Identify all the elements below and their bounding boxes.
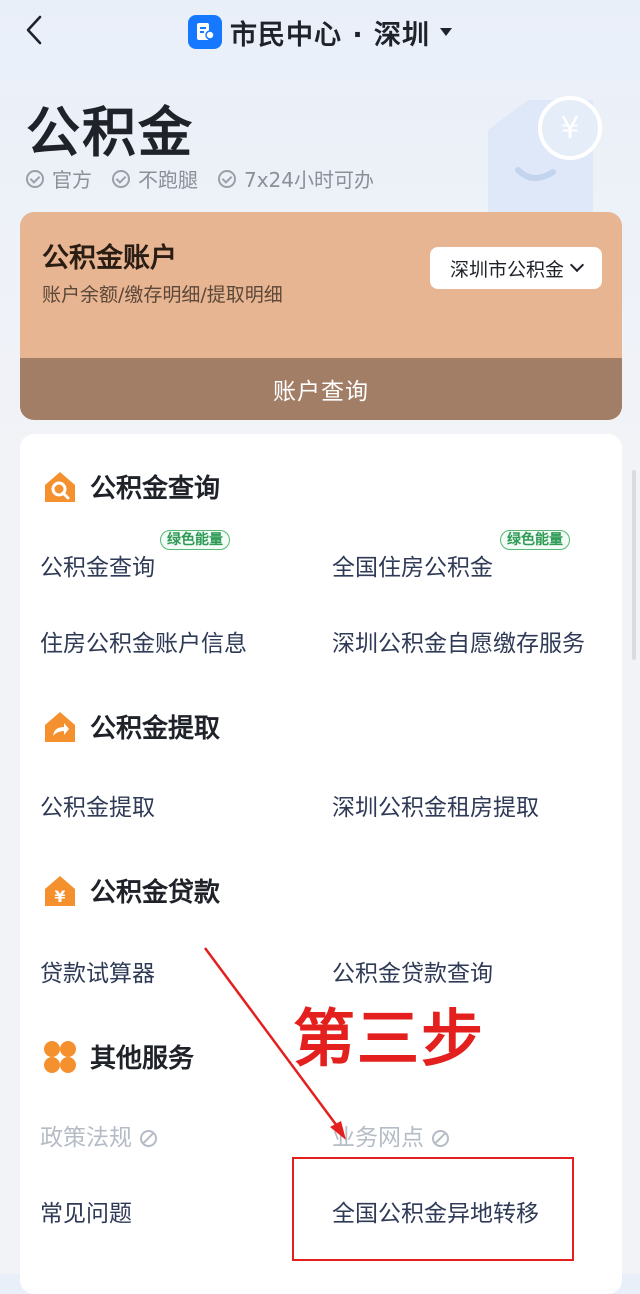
tag-label: 不跑腿	[138, 168, 198, 192]
service-fund-withdraw[interactable]: 公积金提取	[40, 788, 155, 822]
check-circle-icon	[112, 169, 130, 188]
section-title: 公积金提取	[90, 714, 221, 744]
service-label: 业务网点	[332, 1125, 424, 1151]
svg-text:¥: ¥	[54, 887, 65, 906]
service-rent-withdraw[interactable]: 深圳公积金租房提取	[332, 788, 539, 822]
service-voluntary-deposit[interactable]: 深圳公积金自愿缴存服务	[332, 624, 585, 658]
check-circle-icon	[218, 169, 236, 188]
service-loan-calculator[interactable]: 贷款试算器	[40, 954, 155, 988]
section-title: 其他服务	[90, 1044, 195, 1074]
scrollbar[interactable]	[632, 470, 636, 660]
service-fund-query[interactable]: 公积金查询	[40, 548, 155, 582]
caret-down-icon	[440, 28, 453, 36]
service-account-info[interactable]: 住房公积金账户信息	[40, 624, 247, 658]
account-subtitle: 账户余额/缴存明细/提取明细	[42, 284, 283, 306]
section-header-withdraw: 公积金提取	[42, 708, 220, 745]
green-energy-badge: 绿色能量	[160, 530, 230, 550]
service-faq[interactable]: 常见问题	[40, 1194, 132, 1228]
four-petal-grid-icon	[44, 1040, 76, 1073]
account-card: 公积金账户 账户余额/缴存明细/提取明细 深圳市公积金 账户查询	[20, 212, 622, 420]
service-label: 政策法规	[40, 1125, 132, 1151]
tag-24h: 7x24小时可办	[218, 164, 374, 193]
tag-label: 7x24小时可办	[244, 168, 375, 192]
section-header-other: 其他服务	[42, 1038, 194, 1075]
section-title: 公积金查询	[90, 474, 221, 504]
tag-official: 官方	[26, 164, 92, 193]
header-city-switcher[interactable]: 市民中心 · 深圳	[0, 12, 640, 52]
city-fund-select[interactable]: 深圳市公积金	[430, 247, 602, 289]
feature-tags: 官方 不跑腿 7x24小时可办	[26, 164, 374, 193]
tag-label: 官方	[52, 168, 92, 192]
service-service-outlets: 业务网点	[332, 1118, 449, 1152]
svg-text:¥: ¥	[560, 111, 579, 146]
page-title: 公积金	[26, 101, 194, 164]
city-fund-select-label: 深圳市公积金	[449, 258, 564, 281]
citizen-center-logo-icon	[187, 15, 222, 49]
annotation-highlight-box	[292, 1157, 574, 1261]
house-share-icon	[45, 711, 75, 742]
unavailable-icon	[432, 1130, 449, 1147]
chevron-down-icon	[569, 257, 585, 273]
section-header-loan: ¥ 公积金贷款	[42, 872, 220, 909]
house-search-icon	[45, 471, 75, 502]
green-energy-badge: 绿色能量	[500, 530, 570, 550]
header-title: 市民中心 · 深圳	[229, 19, 431, 51]
service-policy-regulations: 政策法规	[40, 1118, 157, 1152]
annotation-step-text: 第三步	[293, 1002, 486, 1075]
service-loan-query[interactable]: 公积金贷款查询	[332, 954, 493, 988]
unavailable-icon	[140, 1130, 157, 1147]
account-query-button[interactable]: 账户查询	[20, 358, 622, 420]
check-circle-icon	[26, 169, 44, 188]
section-header-query: 公积金查询	[42, 468, 220, 505]
tag-no-visit: 不跑腿	[112, 164, 198, 193]
house-yuan-icon: ¥	[45, 875, 75, 906]
money-tag-illustration-icon: ¥	[488, 96, 602, 215]
account-title: 公积金账户	[42, 243, 177, 274]
service-national-housing-fund[interactable]: 全国住房公积金	[332, 548, 493, 582]
section-title: 公积金贷款	[90, 878, 221, 908]
